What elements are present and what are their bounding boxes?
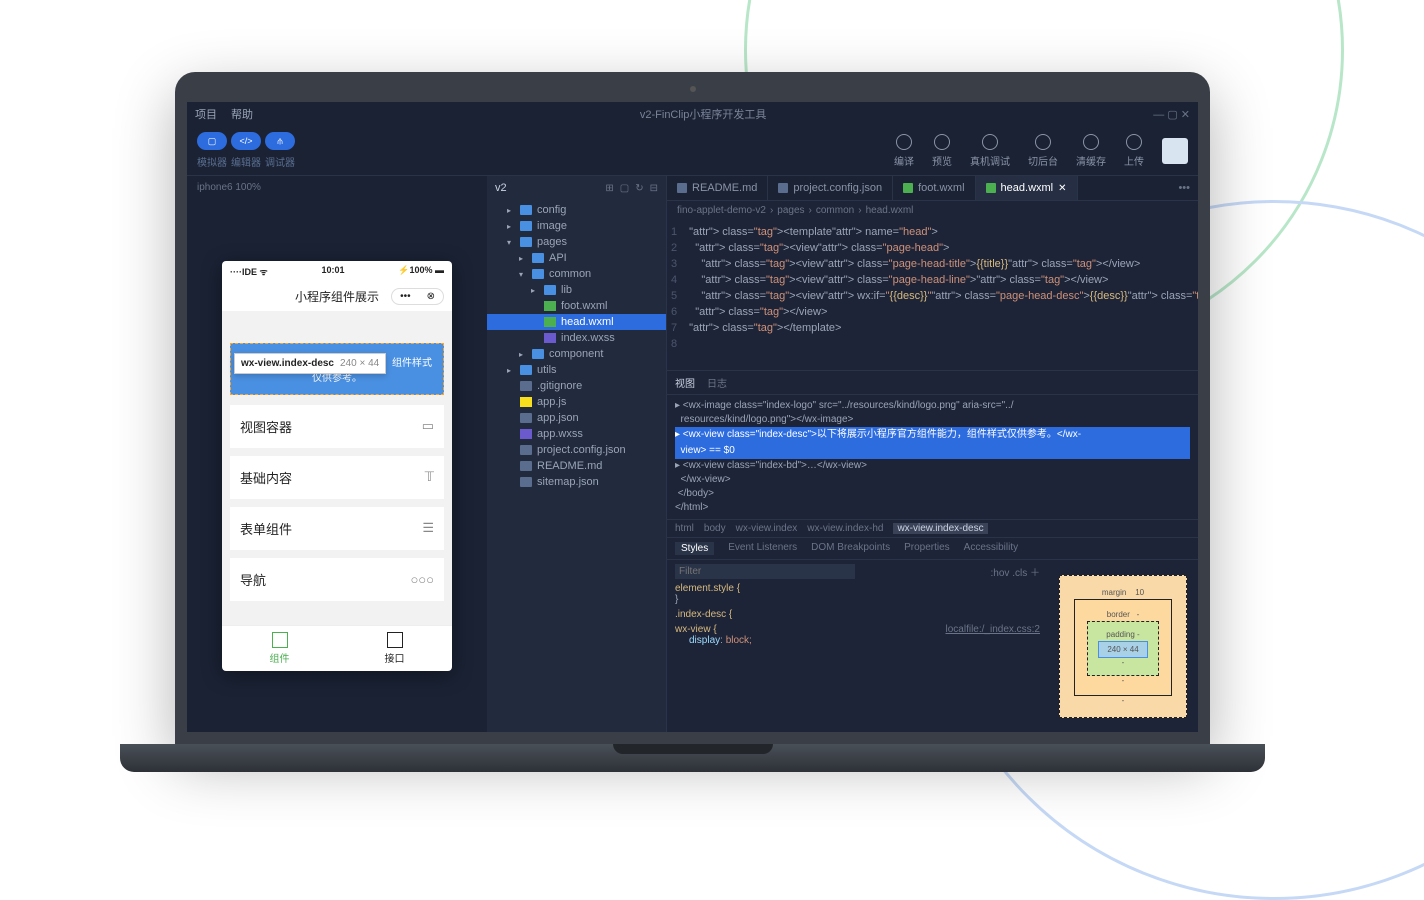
- mode-simulator-label: 模拟器: [197, 154, 227, 169]
- explorer-root[interactable]: v2: [495, 182, 507, 194]
- status-time: 10:01: [321, 265, 344, 278]
- mode-editor-label: 编辑器: [231, 154, 261, 169]
- devtools-panel-tab[interactable]: Accessibility: [964, 542, 1018, 555]
- menu-help[interactable]: 帮助: [231, 106, 253, 122]
- menu-item[interactable]: 表单组件☰: [230, 507, 444, 550]
- menubar: 项目 帮助 v2-FinClip小程序开发工具 — ▢ ✕: [187, 102, 1198, 126]
- file-item[interactable]: project.config.json: [487, 442, 666, 458]
- clear-cache-button[interactable]: 清缓存: [1076, 134, 1106, 168]
- devtools-panel-tab[interactable]: Properties: [904, 542, 950, 555]
- mode-editor-button[interactable]: </>: [231, 132, 261, 150]
- breadcrumb[interactable]: fino-applet-demo-v2›pages›common›head.wx…: [667, 201, 1198, 220]
- editor-tab[interactable]: foot.wxml: [893, 176, 975, 200]
- devtools-top-tab[interactable]: 视图: [675, 375, 695, 390]
- mode-debugger-label: 调试器: [265, 154, 295, 169]
- hov-toggle[interactable]: :hov .cls ＋: [991, 564, 1040, 579]
- devtools-panel-tab[interactable]: Styles: [675, 542, 714, 555]
- dom-crumb[interactable]: html: [675, 523, 694, 534]
- file-item[interactable]: .gitignore: [487, 378, 666, 394]
- editor-area: README.mdproject.config.jsonfoot.wxmlhea…: [667, 176, 1198, 732]
- editor-tab[interactable]: project.config.json: [768, 176, 893, 200]
- page-title: 小程序组件展示: [295, 288, 379, 305]
- file-item[interactable]: head.wxml: [487, 314, 666, 330]
- file-item[interactable]: app.wxss: [487, 426, 666, 442]
- folder-item[interactable]: ▾common: [487, 266, 666, 282]
- folder-item[interactable]: ▸lib: [487, 282, 666, 298]
- editor-tab[interactable]: head.wxml✕: [976, 176, 1078, 200]
- devtools-top-tab[interactable]: 日志: [707, 375, 727, 390]
- folder-item[interactable]: ▸API: [487, 250, 666, 266]
- dom-crumb[interactable]: body: [704, 523, 726, 534]
- menu-item[interactable]: 基础内容𝕋: [230, 456, 444, 499]
- file-item[interactable]: index.wxss: [487, 330, 666, 346]
- code-editor[interactable]: 12345678 "attr"> class="tag"><template"a…: [667, 220, 1198, 370]
- mode-simulator-button[interactable]: ▢: [197, 132, 227, 150]
- more-icon[interactable]: •••: [1170, 182, 1198, 194]
- status-battery: ⚡100% ▬: [398, 265, 444, 278]
- ide-app: 项目 帮助 v2-FinClip小程序开发工具 — ▢ ✕ ▢ </> ⫛ 模拟…: [187, 102, 1198, 732]
- status-signal: ····IDE ᯤ: [230, 265, 268, 278]
- simulator-device-info[interactable]: iphone6 100%: [187, 176, 487, 199]
- dom-tree[interactable]: ▸ <wx-image class="index-logo" src="../r…: [667, 395, 1198, 519]
- mode-debugger-button[interactable]: ⫛: [265, 132, 295, 150]
- styles-panel[interactable]: :hov .cls ＋ element.style {}.index-desc …: [667, 560, 1048, 732]
- file-item[interactable]: README.md: [487, 458, 666, 474]
- user-avatar[interactable]: [1162, 138, 1188, 164]
- dom-breadcrumb[interactable]: html body wx-view.index wx-view.index-hd wx-…: [667, 519, 1198, 538]
- simulator-panel: iphone6 100% ····IDE ᯤ 10:01 ⚡100% ▬ 小程序…: [187, 176, 487, 732]
- menu-project[interactable]: 项目: [195, 106, 217, 122]
- dom-crumb[interactable]: wx-view.index-desc: [893, 523, 987, 534]
- refresh-icon[interactable]: ↻: [635, 183, 643, 194]
- bottom-tab-api[interactable]: 接口: [337, 626, 452, 671]
- folder-item[interactable]: ▸config: [487, 202, 666, 218]
- file-item[interactable]: app.json: [487, 410, 666, 426]
- editor-tabs: README.mdproject.config.jsonfoot.wxmlhea…: [667, 176, 1198, 201]
- window-title: v2-FinClip小程序开发工具: [267, 106, 1139, 122]
- compile-button[interactable]: 编译: [894, 134, 914, 168]
- file-explorer: v2 ⊞ ▢ ↻ ⊟ ▸config▸image▾pages▸API▾commo…: [487, 176, 667, 732]
- folder-item[interactable]: ▸utils: [487, 362, 666, 378]
- devtools-panel: 视图日志 ▸ <wx-image class="index-logo" src=…: [667, 370, 1198, 732]
- phone-preview: ····IDE ᯤ 10:01 ⚡100% ▬ 小程序组件展示 •••⊗ wx-…: [222, 261, 452, 671]
- menu-item[interactable]: 导航○○○: [230, 558, 444, 601]
- camera-dot: [690, 86, 696, 92]
- file-item[interactable]: foot.wxml: [487, 298, 666, 314]
- preview-button[interactable]: 预览: [932, 134, 952, 168]
- editor-tab[interactable]: README.md: [667, 176, 768, 200]
- folder-item[interactable]: ▸component: [487, 346, 666, 362]
- upload-button[interactable]: 上传: [1124, 134, 1144, 168]
- remote-debug-button[interactable]: 真机调试: [970, 134, 1010, 168]
- dom-crumb[interactable]: wx-view.index: [736, 523, 798, 534]
- box-model[interactable]: margin 10 border - padding - 240 × 44 -: [1048, 560, 1198, 732]
- laptop-mockup: 项目 帮助 v2-FinClip小程序开发工具 — ▢ ✕ ▢ </> ⫛ 模拟…: [175, 72, 1210, 772]
- inspector-tooltip: wx-view.index-desc240 × 44: [234, 353, 386, 374]
- new-folder-icon[interactable]: ▢: [620, 183, 629, 194]
- file-item[interactable]: app.js: [487, 394, 666, 410]
- folder-item[interactable]: ▸image: [487, 218, 666, 234]
- file-tree: ▸config▸image▾pages▸API▾common▸libfoot.w…: [487, 200, 666, 732]
- styles-filter-input[interactable]: [675, 564, 855, 579]
- devtools-panel-tab[interactable]: Event Listeners: [728, 542, 797, 555]
- file-item[interactable]: sitemap.json: [487, 474, 666, 490]
- toolbar: ▢ </> ⫛ 模拟器 编辑器 调试器 编译 预览 真机调试 切后台 清缓存: [187, 126, 1198, 176]
- collapse-icon[interactable]: ⊟: [650, 183, 658, 194]
- new-file-icon[interactable]: ⊞: [605, 183, 613, 194]
- menu-item[interactable]: 视图容器▭: [230, 405, 444, 448]
- devtools-panel-tab[interactable]: DOM Breakpoints: [811, 542, 890, 555]
- capsule-menu[interactable]: •••⊗: [391, 288, 444, 305]
- bottom-tab-component[interactable]: 组件: [222, 626, 337, 671]
- window-controls[interactable]: — ▢ ✕: [1153, 108, 1190, 121]
- dom-crumb[interactable]: wx-view.index-hd: [807, 523, 883, 534]
- folder-item[interactable]: ▾pages: [487, 234, 666, 250]
- background-button[interactable]: 切后台: [1028, 134, 1058, 168]
